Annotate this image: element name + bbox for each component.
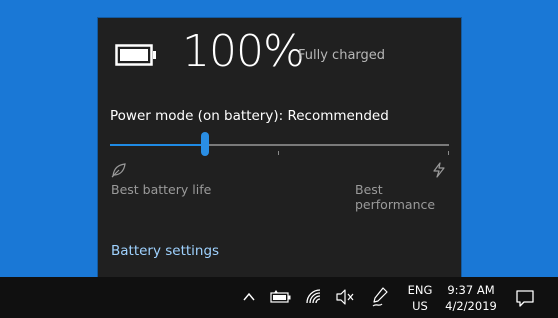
battery-full-icon	[115, 44, 157, 66]
clock-time: 9:37 AM	[447, 283, 495, 297]
language-code: ENG	[407, 283, 433, 297]
input-language[interactable]: ENG US	[404, 282, 436, 314]
taskbar: ENG US 9:37 AM 4/2/2019	[0, 277, 558, 318]
power-mode-label: Power mode (on battery): Recommended	[110, 108, 389, 124]
battery-status: Fully charged	[298, 48, 386, 63]
pen-icon[interactable]	[371, 286, 389, 308]
power-mode-slider-fill	[110, 144, 205, 146]
battery-icon[interactable]	[270, 290, 292, 304]
slider-tick	[278, 151, 279, 155]
best-battery-life-label: Best battery life	[111, 182, 212, 197]
notifications-icon[interactable]	[515, 288, 535, 308]
bolt-icon	[432, 162, 446, 178]
battery-settings-link[interactable]: Battery settings	[111, 243, 219, 259]
battery-percentage: 100%	[182, 26, 305, 77]
best-performance-label: Best performance	[355, 182, 436, 212]
leaf-icon	[111, 162, 127, 178]
clock-date: 4/2/2019	[445, 299, 497, 313]
power-mode-slider-track[interactable]	[110, 144, 449, 146]
volume-muted-icon[interactable]	[335, 288, 355, 306]
clock[interactable]: 9:37 AM 4/2/2019	[442, 282, 500, 314]
chevron-up-icon[interactable]	[241, 290, 257, 304]
battery-flyout: 100% Fully charged Power mode (on batter…	[98, 18, 461, 277]
language-region: US	[412, 299, 428, 313]
slider-tick	[448, 151, 449, 155]
wifi-icon[interactable]	[305, 288, 323, 306]
power-mode-slider-thumb[interactable]	[201, 132, 209, 156]
